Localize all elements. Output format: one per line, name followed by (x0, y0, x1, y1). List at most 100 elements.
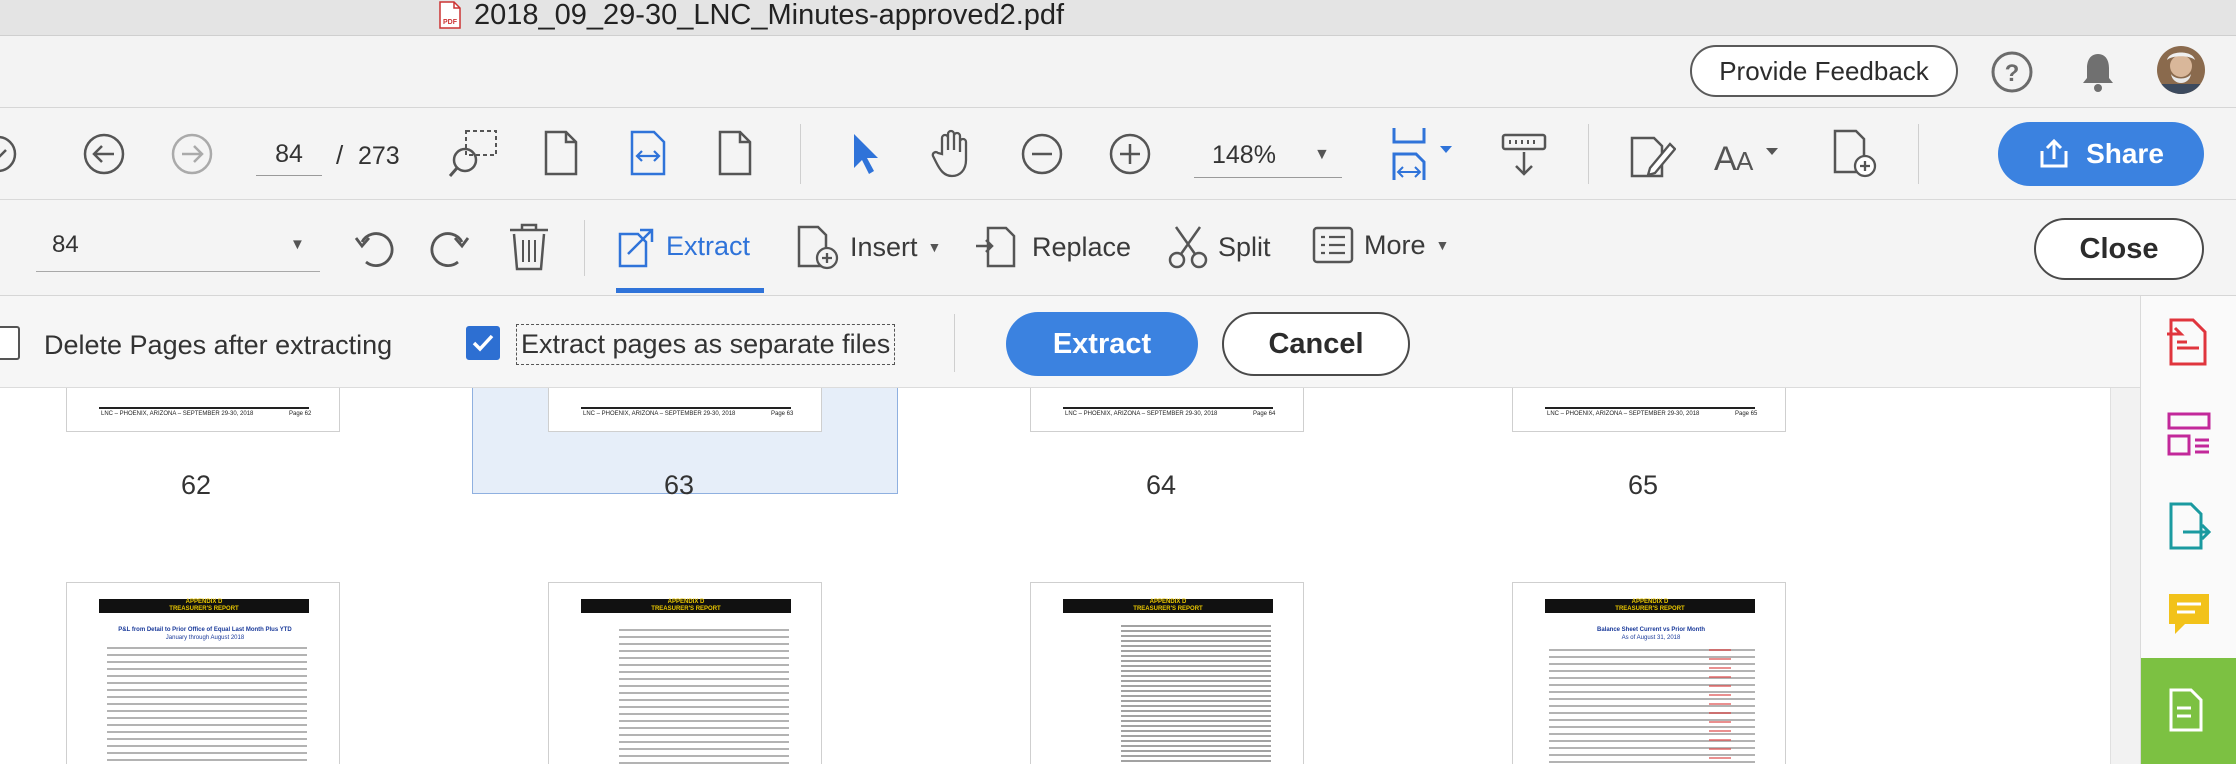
page-footer-text: LNC – PHOENIX, ARIZONA – SEPTEMBER 29-30… (1065, 411, 1218, 417)
page-footer-text: LNC – PHOENIX, ARIZONA – SEPTEMBER 29-30… (583, 411, 736, 417)
insert-label: Insert (850, 231, 918, 262)
split-button[interactable]: Split (1168, 224, 1271, 270)
send-file-icon[interactable] (2165, 500, 2213, 552)
add-file-icon[interactable] (1832, 128, 1878, 180)
page-text-lines (107, 647, 307, 764)
insert-icon (797, 225, 839, 270)
page-subheading: January through August 2018 (165, 635, 245, 641)
svg-text:?: ? (2005, 60, 2020, 87)
help-icon[interactable]: ? (1990, 50, 2034, 94)
banner-line-2: TREASURER'S REPORT (1615, 606, 1685, 612)
main-toolbar: 84 / 273 148% ▼ AA Share (0, 108, 2236, 200)
rotate-left-icon[interactable] (352, 226, 396, 270)
toolbar-divider (584, 220, 585, 276)
right-tools-rail (2140, 296, 2236, 764)
scroll-down-icon[interactable] (0, 132, 22, 176)
page-thumbnail-68[interactable]: APPENDIX D TREASURER'S REPORT (1030, 582, 1304, 764)
page-thumbnail-grid: LNC – PHOENIX, ARIZONA – SEPTEMBER 29-30… (0, 388, 2140, 764)
comment-icon[interactable] (2165, 588, 2213, 640)
chevron-down-icon: ▼ (1314, 146, 1330, 163)
more-label: More (1364, 229, 1426, 260)
share-button[interactable]: Share (1998, 122, 2204, 186)
next-page-icon[interactable] (170, 132, 214, 176)
insert-button[interactable]: Insert ▼ (796, 224, 941, 270)
page-banner: APPENDIX D TREASURER'S REPORT (1545, 599, 1755, 613)
single-page-icon[interactable] (544, 130, 578, 176)
more-button[interactable]: More ▼ (1312, 224, 1449, 266)
page-thumbnail-62[interactable]: LNC – PHOENIX, ARIZONA – SEPTEMBER 29-30… (66, 388, 340, 432)
page-footer-number: Page 64 (1253, 411, 1276, 417)
window-title: 2018_09_29-30_LNC_Minutes-approved2.pdf (474, 0, 1065, 31)
page-footer-text: LNC – PHOENIX, ARIZONA – SEPTEMBER 29-30… (101, 411, 254, 417)
delete-pages-label: Delete Pages after extracting (44, 330, 393, 360)
svg-text:PDF: PDF (443, 19, 458, 26)
page-range-value: 84 (52, 231, 79, 258)
zoom-out-icon[interactable] (1020, 132, 1064, 176)
text-size-icon[interactable]: AA (1714, 136, 1780, 178)
active-tab-indicator (616, 288, 764, 293)
page-thumbnail-63[interactable]: LNC – PHOENIX, ARIZONA – SEPTEMBER 29-30… (548, 388, 822, 432)
page-banner: APPENDIX D TREASURER'S REPORT (581, 599, 791, 613)
delete-trash-icon[interactable] (508, 222, 550, 272)
page-text-lines (619, 629, 789, 764)
total-pages: 273 (358, 142, 400, 170)
toolbar-divider (954, 314, 955, 372)
svg-text:A: A (1714, 140, 1737, 176)
marquee-zoom-icon[interactable] (448, 128, 500, 180)
cancel-button[interactable]: Cancel (1222, 312, 1410, 376)
export-pdf-icon[interactable] (2165, 316, 2213, 368)
vertical-scrollbar[interactable] (2110, 388, 2140, 764)
top-bar: Provide Feedback ? (0, 36, 2236, 108)
toolbar-divider (1588, 124, 1589, 184)
replace-icon (976, 226, 1016, 268)
extract-button[interactable]: Extract (1006, 312, 1198, 376)
toolbar-divider (800, 124, 801, 184)
chevron-down-icon: ▼ (1435, 237, 1450, 253)
chevron-down-icon: ▼ (290, 236, 305, 253)
organize-pages-icon[interactable] (2165, 408, 2213, 460)
toolbar-divider (1918, 124, 1919, 184)
avatar[interactable] (2157, 46, 2205, 94)
separate-files-checkbox[interactable] (466, 326, 500, 360)
page-thumbnail-66[interactable]: APPENDIX D TREASURER'S REPORT P&L from D… (66, 582, 340, 764)
zoom-in-icon[interactable] (1108, 132, 1152, 176)
previous-page-icon[interactable] (82, 132, 126, 176)
banner-line-2: TREASURER'S REPORT (651, 606, 721, 612)
page-banner: APPENDIX D TREASURER'S REPORT (1063, 599, 1273, 613)
separate-files-label: Extract pages as separate files (516, 324, 896, 365)
page-range-select[interactable]: 84 ▼ (36, 220, 320, 272)
fit-width-icon[interactable] (630, 130, 666, 176)
title-bar: PDF 2018_09_29-30_LNC_Minutes-approved2.… (0, 0, 2236, 36)
page-text-lines (1121, 625, 1271, 764)
page-thumbnail-64[interactable]: LNC – PHOENIX, ARIZONA – SEPTEMBER 29-30… (1030, 388, 1304, 432)
fit-page-icon[interactable] (718, 130, 752, 176)
page-thumbnail-69[interactable]: APPENDIX D TREASURER'S REPORT Balance Sh… (1512, 582, 1786, 764)
close-button[interactable]: Close (2034, 218, 2204, 280)
extract-tab-label: Extract (666, 230, 751, 261)
rotate-right-icon[interactable] (428, 226, 472, 270)
fill-sign-icon[interactable] (1628, 128, 1677, 180)
page-number-input[interactable]: 84 (256, 132, 322, 176)
read-mode-icon[interactable] (1500, 132, 1548, 178)
hand-tool-icon[interactable] (930, 128, 976, 178)
pdf-file-icon: PDF (438, 1, 462, 29)
select-cursor-icon[interactable] (850, 132, 880, 176)
page-thumbnail-65[interactable]: LNC – PHOENIX, ARIZONA – SEPTEMBER 29-30… (1512, 388, 1786, 432)
page-footer-number: Page 65 (1735, 411, 1758, 417)
page-number-label: 65 (1627, 470, 1659, 500)
page-footer-number: Page 62 (289, 411, 312, 417)
replace-button[interactable]: Replace (974, 224, 1131, 270)
provide-feedback-button[interactable]: Provide Feedback (1690, 45, 1958, 97)
share-label: Share (2086, 138, 2164, 169)
delete-pages-checkbox[interactable] (0, 326, 20, 360)
page-separator: / (336, 140, 344, 170)
banner-line-1: APPENDIX D (667, 599, 705, 605)
banner-line-1: APPENDIX D (1631, 599, 1669, 605)
page-footer-number: Page 63 (771, 411, 794, 417)
bell-icon[interactable] (2078, 50, 2118, 94)
scroll-mode-icon[interactable] (1390, 126, 1454, 182)
more-tools-icon[interactable] (2165, 682, 2213, 734)
page-thumbnail-67[interactable]: APPENDIX D TREASURER'S REPORT (548, 582, 822, 764)
zoom-level-select[interactable]: 148% ▼ (1194, 132, 1342, 178)
extract-tab[interactable]: Extract (616, 224, 750, 268)
